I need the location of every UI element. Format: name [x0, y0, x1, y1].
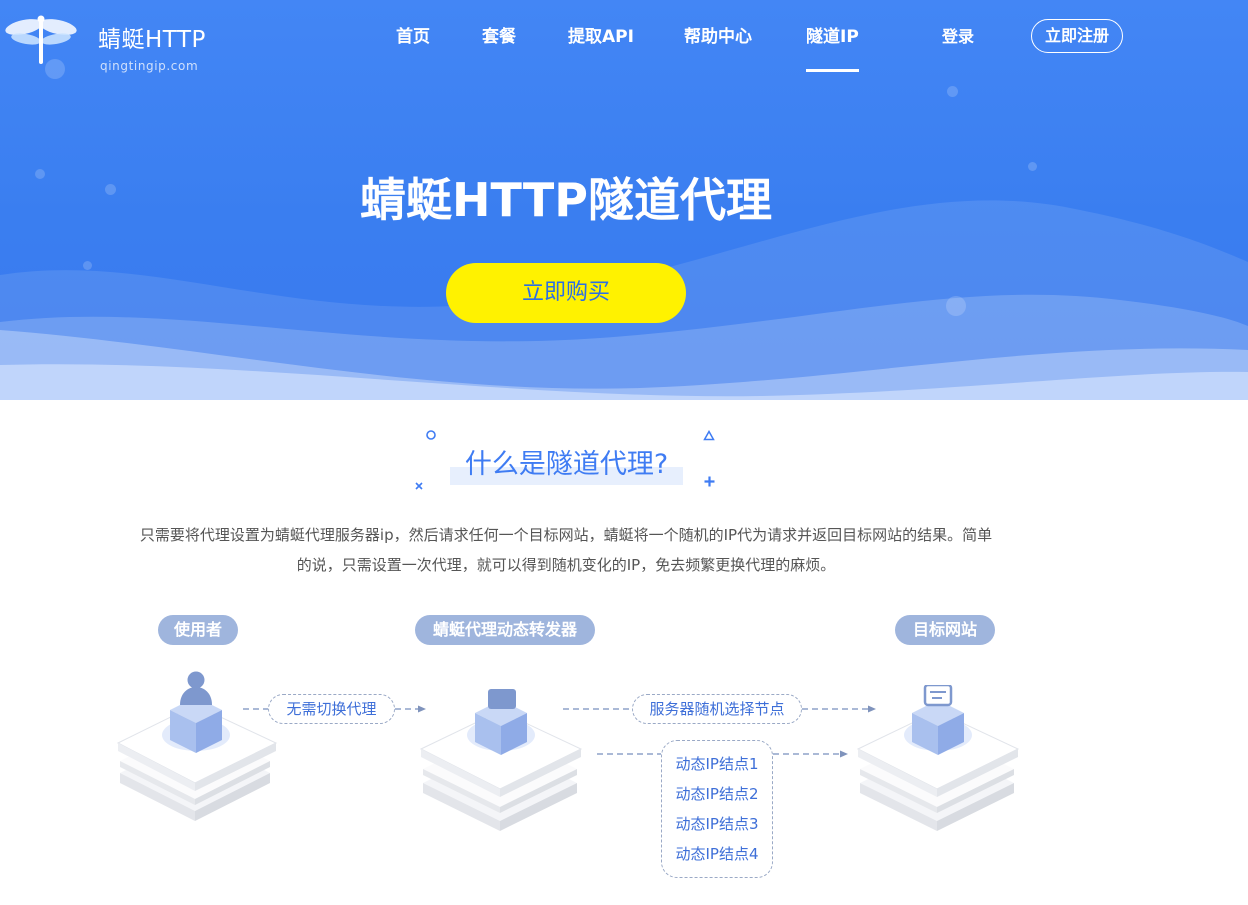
nav-item-packages[interactable]: 套餐	[482, 24, 516, 50]
nav-item-tunnel-ip-label: 隧道IP	[806, 27, 859, 47]
bubble	[105, 184, 116, 195]
bubble	[83, 261, 92, 270]
hero-banner: 蜻蜓HTTP qingtingip.com 首页 套餐 提取API 帮助中心 隧…	[0, 0, 1248, 400]
active-nav-indicator	[806, 69, 859, 72]
bubble	[1028, 162, 1037, 171]
login-link[interactable]: 登录	[942, 24, 974, 50]
nav-item-extract-api[interactable]: 提取API	[568, 24, 634, 50]
tunnel-proxy-diagram: 使用者 蜻蜓代理动态转发器 目标网站 无需切换代理 服务器随机选择节点 动态IP…	[0, 600, 1248, 905]
top-nav: 首页 套餐 提取API 帮助中心 隧道IP 登录 立即注册	[0, 0, 1248, 74]
hero-title: 蜻蜓HTTP隧道代理	[359, 173, 773, 227]
list-item: 动态IP结点1	[675, 755, 759, 773]
triangle-deco-icon	[703, 430, 715, 441]
cross-deco-icon	[415, 482, 423, 490]
list-item: 动态IP结点3	[675, 815, 759, 833]
forwarder-server-illustration	[419, 689, 583, 831]
target-website-illustration	[856, 685, 1020, 831]
bubble	[35, 169, 45, 179]
random-node-label: 服务器随机选择节点	[632, 694, 802, 724]
circle-deco-icon	[426, 430, 436, 440]
bubble	[947, 86, 958, 97]
dynamic-ip-node-list: 动态IP结点1 动态IP结点2 动态IP结点3 动态IP结点4	[661, 740, 773, 878]
list-item: 动态IP结点2	[675, 785, 759, 803]
nav-item-home[interactable]: 首页	[396, 24, 430, 50]
buy-now-button[interactable]: 立即购买	[446, 263, 686, 323]
section-title-text: 什么是隧道代理?	[464, 449, 669, 480]
user-device-illustration	[116, 671, 278, 821]
register-button[interactable]: 立即注册	[1031, 19, 1123, 53]
list-item: 动态IP结点4	[675, 845, 759, 863]
nav-item-tunnel-ip[interactable]: 隧道IP	[806, 24, 859, 72]
bubble	[946, 296, 966, 316]
nav-item-help-center[interactable]: 帮助中心	[684, 24, 752, 50]
intro-desc-line2: 的说，只需设置一次代理，就可以得到随机变化的IP，免去频繁更换代理的麻烦。	[296, 556, 836, 574]
intro-desc-line1: 只需要将代理设置为蜻蜓代理服务器ip，然后请求任何一个目标网站，蜻蜓将一个随机的…	[139, 526, 993, 544]
plus-deco-icon	[704, 476, 715, 487]
no-switch-label: 无需切换代理	[268, 694, 395, 724]
section-title: 什么是隧道代理?	[450, 445, 683, 485]
intro-description: 只需要将代理设置为蜻蜓代理服务器ip，然后请求任何一个目标网站，蜻蜓将一个随机的…	[96, 520, 1036, 580]
